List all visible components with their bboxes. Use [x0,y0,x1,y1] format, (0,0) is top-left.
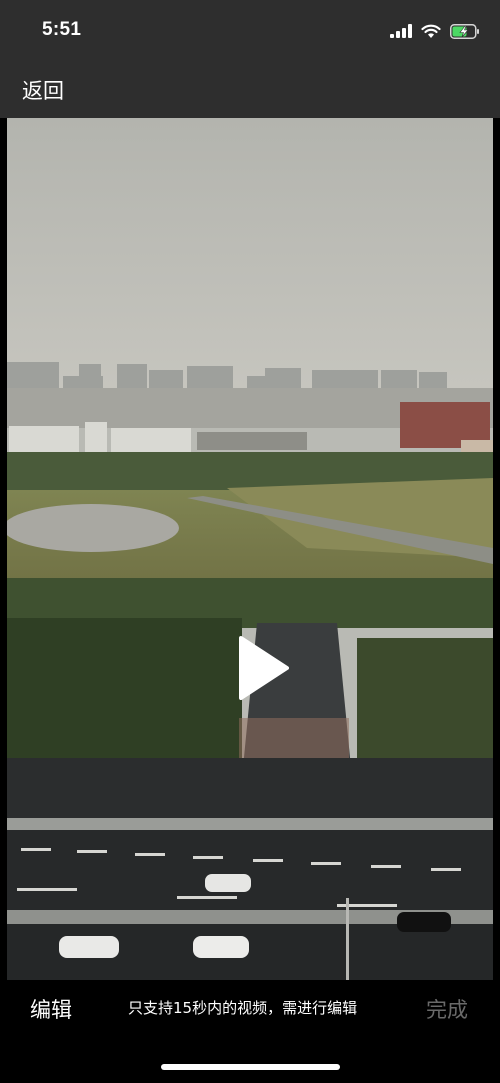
status-icons [390,20,480,42]
home-indicator[interactable] [161,1064,340,1070]
edit-button[interactable]: 编辑 [30,994,72,1024]
video-frame-image [7,118,493,980]
battery-charging-icon [450,23,479,39]
cellular-signal-icon [390,24,412,38]
done-button[interactable]: 完成 [426,994,468,1024]
duration-hint: 只支持15秒内的视频，需进行编辑 [128,999,358,1017]
wifi-icon [421,24,441,38]
status-bar: 5:51 [0,0,500,60]
nav-bar: 返回 [0,60,500,118]
video-preview[interactable] [7,118,493,980]
play-icon[interactable] [237,636,289,700]
status-time: 5:51 [42,19,82,40]
back-button[interactable]: 返回 [22,75,64,105]
